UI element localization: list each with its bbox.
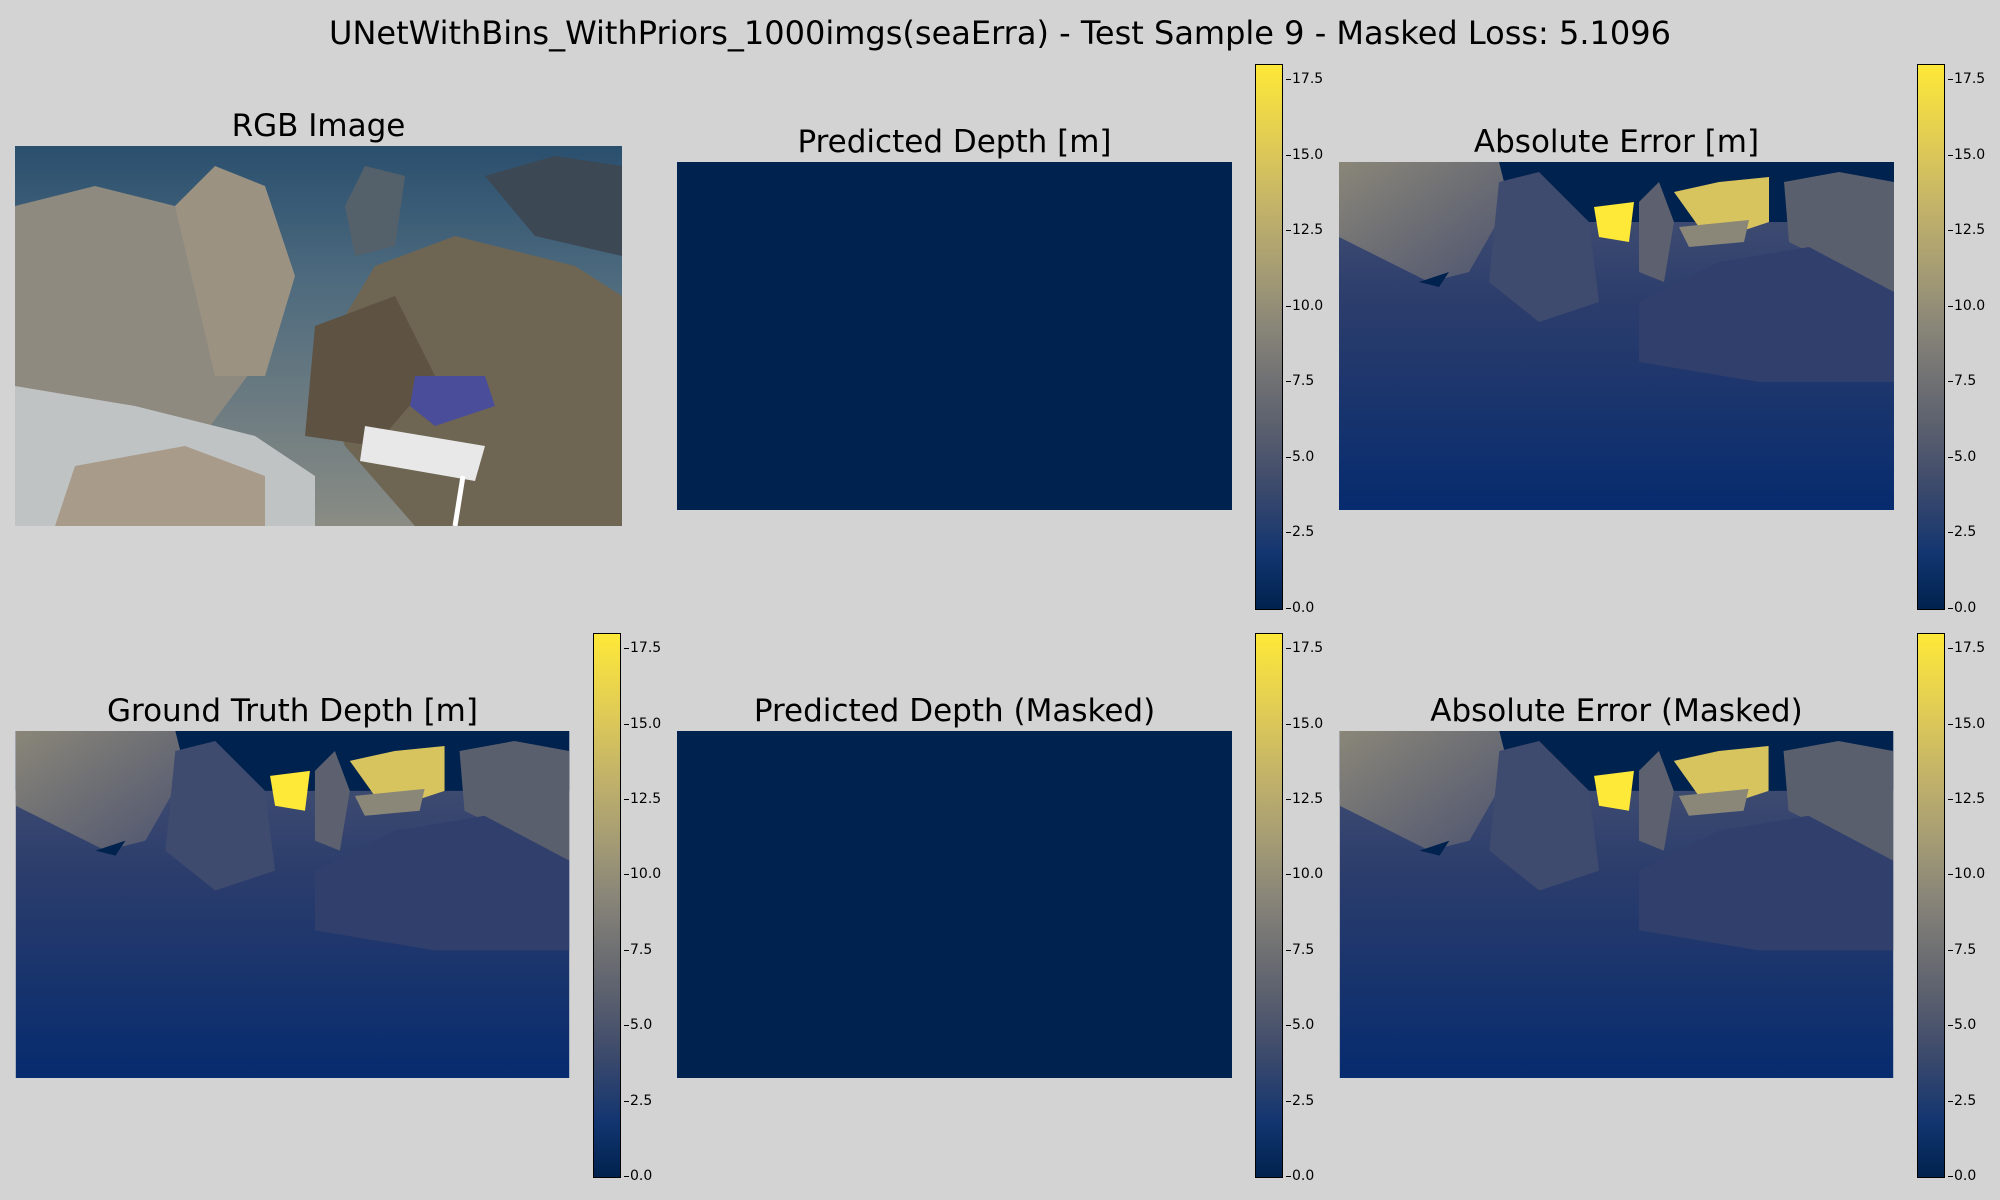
colorbar-tick-label: 10.0 (1947, 866, 1986, 883)
colorbar-tick-label: 17.5 (1947, 640, 1986, 657)
colorbar-tick-label: 5.0 (623, 1017, 653, 1034)
ground-truth-colorbar (593, 633, 621, 1178)
absolute-error-masked-title: Absolute Error (Masked) (1430, 693, 1803, 729)
colorbar-tick-label: 0.0 (1947, 1168, 1977, 1184)
colorbar-tick-label: 0.0 (623, 1168, 653, 1184)
colorbar-tick-label: 2.5 (1947, 524, 1977, 541)
absolute-error-masked-colorbar (1917, 633, 1945, 1178)
predicted-depth-masked-title: Predicted Depth (Masked) (753, 693, 1156, 729)
colorbar-tick-label: 2.5 (1285, 524, 1315, 541)
predicted-depth-colorbar (1255, 64, 1283, 610)
absolute-error-depth-image (1339, 162, 1894, 510)
rgb-image-title: RGB Image (231, 108, 406, 144)
absolute-error-title: Absolute Error [m] (1473, 124, 1760, 160)
predicted-depth-masked-map (677, 731, 1232, 1078)
predicted-depth-masked-colorbar (1255, 633, 1283, 1178)
colorbar-tick-label: 12.5 (1947, 222, 1986, 239)
colorbar-tick-label: 7.5 (1285, 941, 1315, 958)
absolute-error-map (1339, 162, 1894, 510)
colorbar-tick-label: 5.0 (1947, 1017, 1977, 1034)
colorbar-tick-label: 10.0 (1947, 297, 1986, 314)
colorbar-tick-label: 5.0 (1947, 448, 1977, 465)
colorbar-tick-label: 15.0 (1285, 715, 1324, 732)
colorbar-tick-label: 0.0 (1285, 600, 1315, 616)
colorbar-tick-label: 0.0 (1947, 600, 1977, 616)
colorbar-tick-label: 15.0 (623, 715, 662, 732)
ground-truth-title: Ground Truth Depth [m] (107, 693, 478, 729)
ground-truth-map (15, 731, 570, 1078)
colorbar-tick-label: 7.5 (623, 941, 653, 958)
absolute-error-colorbar (1917, 64, 1945, 610)
colorbar-tick-label: 7.5 (1285, 373, 1315, 390)
colorbar-tick-label: 17.5 (623, 640, 662, 657)
colorbar-tick-label: 15.0 (1947, 146, 1986, 163)
colorbar-tick-label: 12.5 (1285, 790, 1324, 807)
colorbar-tick-label: 10.0 (623, 866, 662, 883)
colorbar-tick-label: 12.5 (623, 790, 662, 807)
absolute-error-masked-depth-image (1339, 731, 1894, 1078)
colorbar-tick-label: 15.0 (1947, 715, 1986, 732)
colorbar-tick-label: 17.5 (1285, 640, 1324, 657)
absolute-error-masked-map (1339, 731, 1894, 1078)
colorbar-tick-label: 7.5 (1947, 941, 1977, 958)
colorbar-tick-label: 5.0 (1285, 448, 1315, 465)
predicted-depth-map (677, 162, 1232, 510)
colorbar-tick-label: 17.5 (1947, 71, 1986, 88)
colorbar-tick-label: 10.0 (1285, 866, 1324, 883)
colorbar-tick-label: 2.5 (623, 1092, 653, 1109)
figure-title: UNetWithBins_WithPriors_1000imgs(seaErra… (329, 14, 1671, 52)
rgb-image (15, 146, 622, 526)
colorbar-tick-label: 17.5 (1285, 71, 1324, 88)
colorbar-tick-label: 12.5 (1947, 790, 1986, 807)
colorbar-tick-label: 15.0 (1285, 146, 1324, 163)
colorbar-tick-label: 10.0 (1285, 297, 1324, 314)
predicted-depth-title: Predicted Depth [m] (797, 124, 1112, 160)
colorbar-tick-label: 12.5 (1285, 222, 1324, 239)
colorbar-tick-label: 2.5 (1947, 1092, 1977, 1109)
ground-truth-depth-image (15, 731, 570, 1078)
colorbar-tick-label: 0.0 (1285, 1168, 1315, 1184)
colorbar-tick-label: 5.0 (1285, 1017, 1315, 1034)
colorbar-tick-label: 7.5 (1947, 373, 1977, 390)
colorbar-tick-label: 2.5 (1285, 1092, 1315, 1109)
